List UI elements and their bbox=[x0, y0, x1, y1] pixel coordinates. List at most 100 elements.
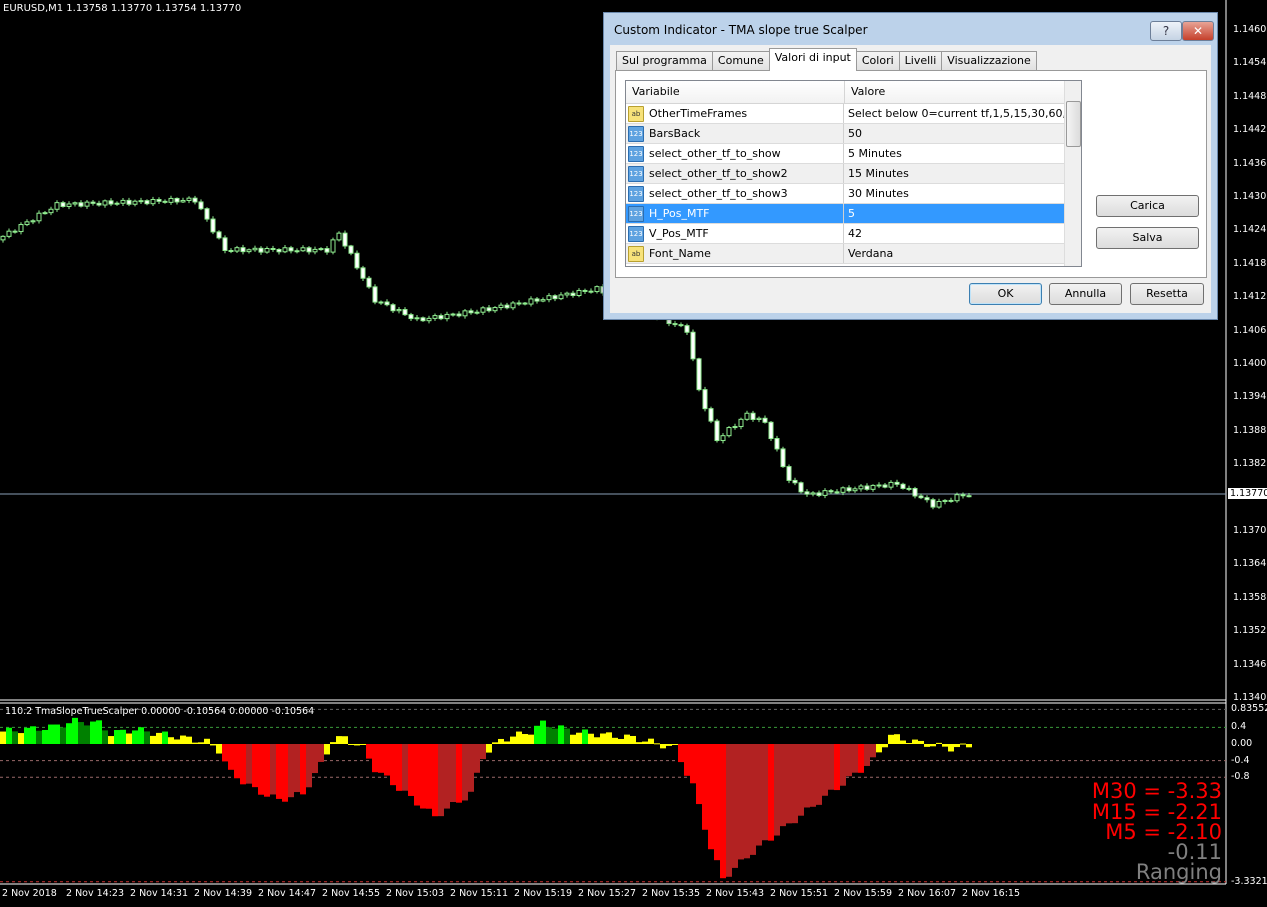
number-type-icon: 123 bbox=[628, 165, 644, 182]
candle-body bbox=[942, 499, 948, 502]
candle-body bbox=[396, 309, 402, 312]
histogram-bar bbox=[810, 744, 816, 807]
candle-body bbox=[354, 252, 360, 269]
candle-body bbox=[876, 484, 882, 487]
candle-body bbox=[708, 408, 714, 422]
histogram-bar bbox=[906, 742, 912, 744]
histogram-bar bbox=[558, 725, 564, 744]
histogram-bar bbox=[324, 744, 330, 755]
histogram-bar bbox=[576, 732, 582, 744]
time-tick-label: 2 Nov 15:51 bbox=[770, 888, 829, 899]
input-row[interactable]: 123 H_Pos_MTF 5 bbox=[626, 204, 1081, 224]
price-tick-label: 1.14245 bbox=[1233, 224, 1267, 236]
histogram-bar bbox=[108, 736, 114, 744]
candle-body bbox=[120, 199, 126, 204]
histogram-bar bbox=[552, 728, 558, 744]
input-value[interactable]: 15 Minutes bbox=[844, 164, 1081, 183]
input-value[interactable]: 42 bbox=[844, 224, 1081, 243]
candle-body bbox=[480, 307, 486, 313]
histogram-bar bbox=[402, 744, 408, 791]
input-value[interactable]: 5 Minutes bbox=[844, 144, 1081, 163]
candle-body bbox=[522, 302, 528, 305]
histogram-bar bbox=[738, 744, 744, 860]
candle-body bbox=[492, 307, 498, 312]
candle-body bbox=[78, 202, 84, 207]
input-value[interactable]: Select below 0=current tf,1,5,15,30,60,2… bbox=[844, 104, 1081, 123]
histogram-bar bbox=[684, 744, 690, 776]
histogram-bar bbox=[36, 730, 42, 744]
close-button[interactable]: ✕ bbox=[1182, 21, 1214, 41]
input-row[interactable]: 123 select_other_tf_to_show 5 Minutes bbox=[626, 144, 1081, 164]
column-variabile[interactable]: Variabile bbox=[626, 81, 845, 103]
save-button[interactable]: Salva bbox=[1096, 227, 1199, 249]
histogram-bar bbox=[936, 742, 942, 744]
input-row[interactable]: ab Font_Name Verdana bbox=[626, 244, 1081, 264]
histogram-bar bbox=[888, 734, 894, 744]
histogram-bar bbox=[612, 737, 618, 744]
indicator-tick-label: -3.33218 bbox=[1231, 876, 1267, 888]
candle-body bbox=[180, 199, 186, 203]
histogram-bar bbox=[564, 728, 570, 744]
candle-body bbox=[342, 232, 348, 247]
tab-colori[interactable]: Colori bbox=[855, 51, 900, 70]
reset-button[interactable]: Resetta bbox=[1130, 283, 1204, 305]
candle-body bbox=[468, 310, 474, 314]
candle-body bbox=[234, 247, 240, 252]
column-valore[interactable]: Valore bbox=[845, 81, 885, 103]
input-value[interactable]: 30 Minutes bbox=[844, 184, 1081, 203]
tab-visualizzazione[interactable]: Visualizzazione bbox=[941, 51, 1037, 70]
ok-button[interactable]: OK bbox=[969, 283, 1042, 305]
histogram-bar bbox=[12, 731, 18, 744]
input-row[interactable]: 123 select_other_tf_to_show2 15 Minutes bbox=[626, 164, 1081, 184]
cancel-button[interactable]: Annulla bbox=[1049, 283, 1122, 305]
candle-body bbox=[222, 237, 228, 251]
histogram-bar bbox=[666, 744, 672, 746]
candle-body bbox=[714, 420, 720, 442]
histogram-bar bbox=[240, 744, 246, 785]
input-row[interactable]: ab OtherTimeFrames Select below 0=current … bbox=[626, 104, 1081, 124]
candle-body bbox=[336, 232, 342, 241]
input-name: H_Pos_MTF bbox=[649, 207, 710, 220]
input-row[interactable]: 123 BarsBack 50 bbox=[626, 124, 1081, 144]
scrollbar-thumb[interactable] bbox=[1066, 101, 1081, 147]
histogram-bar bbox=[168, 737, 174, 744]
number-type-icon: 123 bbox=[628, 145, 644, 162]
input-value[interactable]: 5 bbox=[844, 204, 1081, 223]
tab-valori-di-input[interactable]: Valori di input bbox=[768, 48, 857, 71]
candle-body bbox=[198, 201, 204, 210]
number-type-icon: 123 bbox=[628, 205, 644, 222]
histogram-bar bbox=[102, 730, 108, 744]
help-button[interactable]: ? bbox=[1150, 21, 1182, 41]
histogram-bar bbox=[546, 727, 552, 744]
price-tick-label: 1.13465 bbox=[1233, 658, 1267, 670]
histogram-bar bbox=[750, 744, 756, 855]
histogram-bar bbox=[48, 724, 54, 744]
histogram-bar bbox=[252, 744, 258, 788]
histogram-bar bbox=[354, 744, 360, 746]
candle-body bbox=[498, 304, 504, 309]
load-button[interactable]: Carica bbox=[1096, 195, 1199, 217]
histogram-bar bbox=[300, 744, 306, 795]
candle-body bbox=[264, 248, 270, 253]
input-value[interactable]: Verdana bbox=[844, 244, 1081, 263]
candle-body bbox=[330, 239, 336, 253]
candle-body bbox=[174, 197, 180, 203]
candle-body bbox=[894, 481, 900, 485]
tab-sul-programma[interactable]: Sul programma bbox=[616, 51, 713, 70]
input-row[interactable]: 123 V_Pos_MTF 42 bbox=[626, 224, 1081, 244]
histogram-bar bbox=[942, 744, 948, 747]
grid-scrollbar[interactable] bbox=[1064, 81, 1081, 266]
time-tick-label: 2 Nov 15:27 bbox=[578, 888, 637, 899]
input-value[interactable]: 50 bbox=[844, 124, 1081, 143]
tab-livelli[interactable]: Livelli bbox=[898, 51, 943, 70]
tab-comune[interactable]: Comune bbox=[711, 51, 770, 70]
candle-body bbox=[402, 309, 408, 316]
histogram-bar bbox=[768, 744, 774, 841]
input-row[interactable]: 123 select_other_tf_to_show3 30 Minutes bbox=[626, 184, 1081, 204]
input-name: select_other_tf_to_show2 bbox=[649, 167, 788, 180]
candle-body bbox=[888, 481, 894, 488]
candle-body bbox=[906, 487, 912, 490]
time-tick-label: 2 Nov 14:39 bbox=[194, 888, 253, 899]
histogram-bar bbox=[30, 726, 36, 744]
histogram-bar bbox=[438, 744, 444, 817]
